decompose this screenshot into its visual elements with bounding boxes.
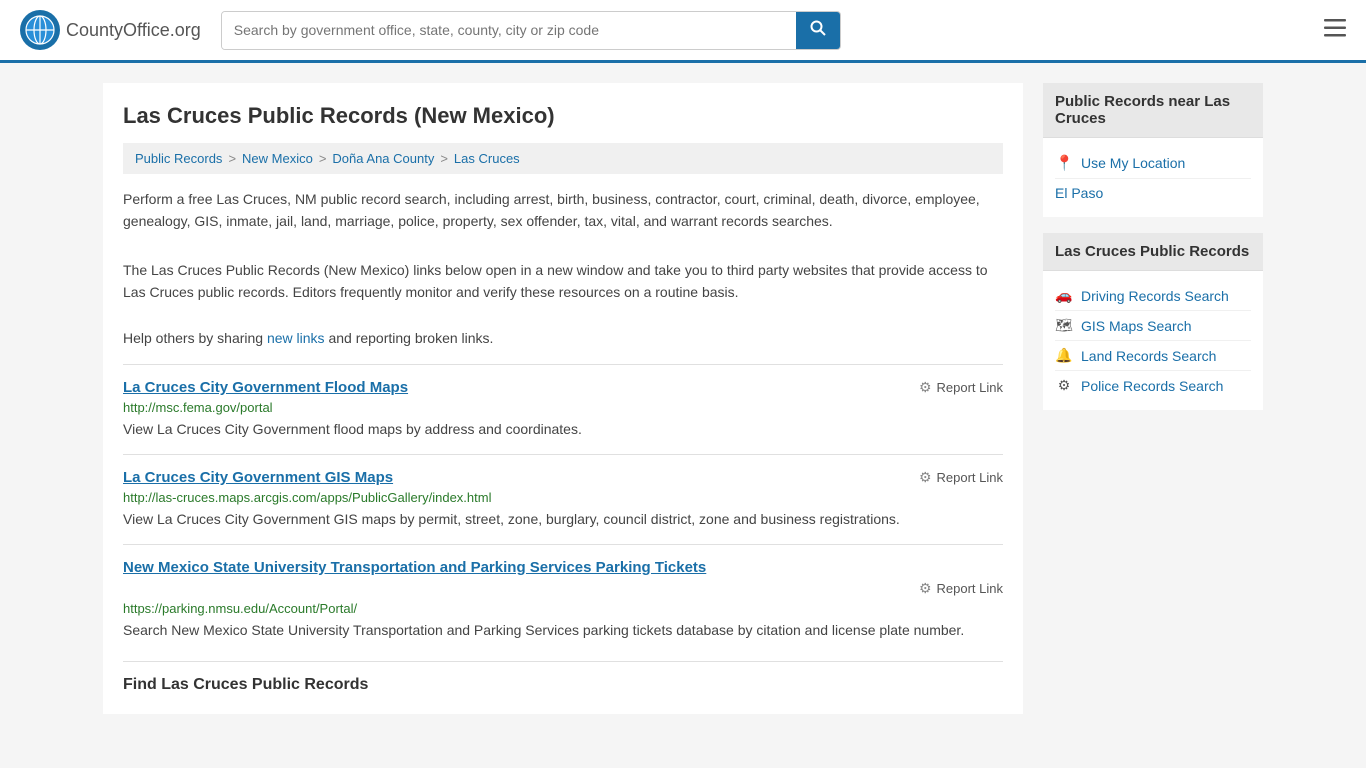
car-icon [1055, 287, 1073, 304]
report-link-label-3: Report Link [937, 581, 1003, 596]
help-post: and reporting broken links. [325, 330, 494, 346]
report-link-btn-3[interactable]: ⚙ Report Link [919, 580, 1003, 597]
new-links-link[interactable]: new links [267, 330, 325, 346]
breadcrumb-public-records[interactable]: Public Records [135, 151, 222, 166]
result-title-row-1: La Cruces City Government Flood Maps ⚙ R… [123, 379, 1003, 396]
report-link-icon-1: ⚙ [919, 379, 932, 396]
el-paso-link[interactable]: El Paso [1055, 185, 1103, 201]
description-text-2: The Las Cruces Public Records (New Mexic… [123, 259, 1003, 304]
breadcrumb-sep-3: > [440, 151, 448, 166]
header: CountyOffice.org [0, 0, 1366, 63]
search-input[interactable] [222, 12, 796, 49]
breadcrumb: Public Records > New Mexico > Doña Ana C… [123, 143, 1003, 174]
hamburger-icon [1324, 19, 1346, 37]
result-item-2: La Cruces City Government GIS Maps ⚙ Rep… [123, 454, 1003, 544]
page-title: Las Cruces Public Records (New Mexico) [123, 103, 1003, 129]
sidebar-nearby-box: Public Records near Las Cruces 📍 Use My … [1043, 83, 1263, 217]
logo-icon [20, 10, 60, 50]
report-link-label-1: Report Link [937, 380, 1003, 395]
find-section: Find Las Cruces Public Records [123, 661, 1003, 694]
main-container: Las Cruces Public Records (New Mexico) P… [83, 63, 1283, 734]
content-area: Las Cruces Public Records (New Mexico) P… [103, 83, 1023, 714]
sidebar-driving-records[interactable]: Driving Records Search [1055, 281, 1251, 311]
result-title-3[interactable]: New Mexico State University Transportati… [123, 559, 706, 576]
sidebar-land-records[interactable]: Land Records Search [1055, 341, 1251, 371]
driving-records-link[interactable]: Driving Records Search [1081, 288, 1229, 304]
use-my-location-link[interactable]: Use My Location [1081, 155, 1185, 171]
sidebar-el-paso[interactable]: El Paso [1055, 179, 1251, 207]
result-desc-3: Search New Mexico State University Trans… [123, 620, 1003, 641]
result-url-3: https://parking.nmsu.edu/Account/Portal/ [123, 601, 1003, 616]
breadcrumb-sep-1: > [228, 151, 236, 166]
sidebar-police-records[interactable]: Police Records Search [1055, 371, 1251, 400]
sidebar-use-location[interactable]: 📍 Use My Location [1055, 148, 1251, 179]
sidebar-lc-records-body: Driving Records Search GIS Maps Search L… [1043, 271, 1263, 410]
sidebar: Public Records near Las Cruces 📍 Use My … [1043, 83, 1263, 714]
sidebar-lc-records-header: Las Cruces Public Records [1043, 233, 1263, 271]
sidebar-gis-maps[interactable]: GIS Maps Search [1055, 311, 1251, 341]
result-title-2[interactable]: La Cruces City Government GIS Maps [123, 469, 393, 486]
help-pre: Help others by sharing [123, 330, 267, 346]
logo-brand: CountyOffice [66, 20, 170, 40]
result-desc-2: View La Cruces City Government GIS maps … [123, 509, 1003, 530]
sidebar-nearby-header: Public Records near Las Cruces [1043, 83, 1263, 138]
result-url-1: http://msc.fema.gov/portal [123, 400, 1003, 415]
result-title-row-2: La Cruces City Government GIS Maps ⚙ Rep… [123, 469, 1003, 486]
result-title-row-3-top: New Mexico State University Transportati… [123, 559, 1003, 576]
search-bar-wrapper [221, 11, 841, 50]
menu-button[interactable] [1324, 17, 1346, 43]
find-section-title: Find Las Cruces Public Records [123, 676, 1003, 694]
help-text: Help others by sharing new links and rep… [123, 330, 1003, 346]
location-pin-icon: 📍 [1055, 154, 1073, 172]
land-records-link[interactable]: Land Records Search [1081, 348, 1216, 364]
report-link-icon-2: ⚙ [919, 469, 932, 486]
report-link-btn-1[interactable]: ⚙ Report Link [919, 379, 1003, 396]
land-icon [1055, 347, 1073, 364]
result-item-3: New Mexico State University Transportati… [123, 544, 1003, 655]
result-desc-1: View La Cruces City Government flood map… [123, 419, 1003, 440]
logo-area[interactable]: CountyOffice.org [20, 10, 201, 50]
map-icon [1055, 317, 1073, 334]
description-text-1: Perform a free Las Cruces, NM public rec… [123, 188, 1003, 233]
report-link-btn-2[interactable]: ⚙ Report Link [919, 469, 1003, 486]
breadcrumb-dona-ana[interactable]: Doña Ana County [332, 151, 434, 166]
search-icon [810, 20, 826, 36]
sidebar-nearby-body: 📍 Use My Location El Paso [1043, 138, 1263, 217]
gis-maps-link[interactable]: GIS Maps Search [1081, 318, 1192, 334]
sidebar-lc-records-box: Las Cruces Public Records Driving Record… [1043, 233, 1263, 410]
breadcrumb-new-mexico[interactable]: New Mexico [242, 151, 313, 166]
report-link-icon-3: ⚙ [919, 580, 932, 597]
report-link-row-3: ⚙ Report Link [123, 580, 1003, 597]
report-link-label-2: Report Link [937, 470, 1003, 485]
police-icon [1055, 377, 1073, 394]
result-item-1: La Cruces City Government Flood Maps ⚙ R… [123, 364, 1003, 454]
logo-suffix: .org [170, 20, 201, 40]
search-button[interactable] [796, 12, 840, 49]
result-url-2: http://las-cruces.maps.arcgis.com/apps/P… [123, 490, 1003, 505]
police-records-link[interactable]: Police Records Search [1081, 378, 1223, 394]
breadcrumb-las-cruces[interactable]: Las Cruces [454, 151, 520, 166]
logo-text: CountyOffice.org [66, 20, 201, 41]
breadcrumb-sep-2: > [319, 151, 327, 166]
result-title-1[interactable]: La Cruces City Government Flood Maps [123, 379, 408, 396]
